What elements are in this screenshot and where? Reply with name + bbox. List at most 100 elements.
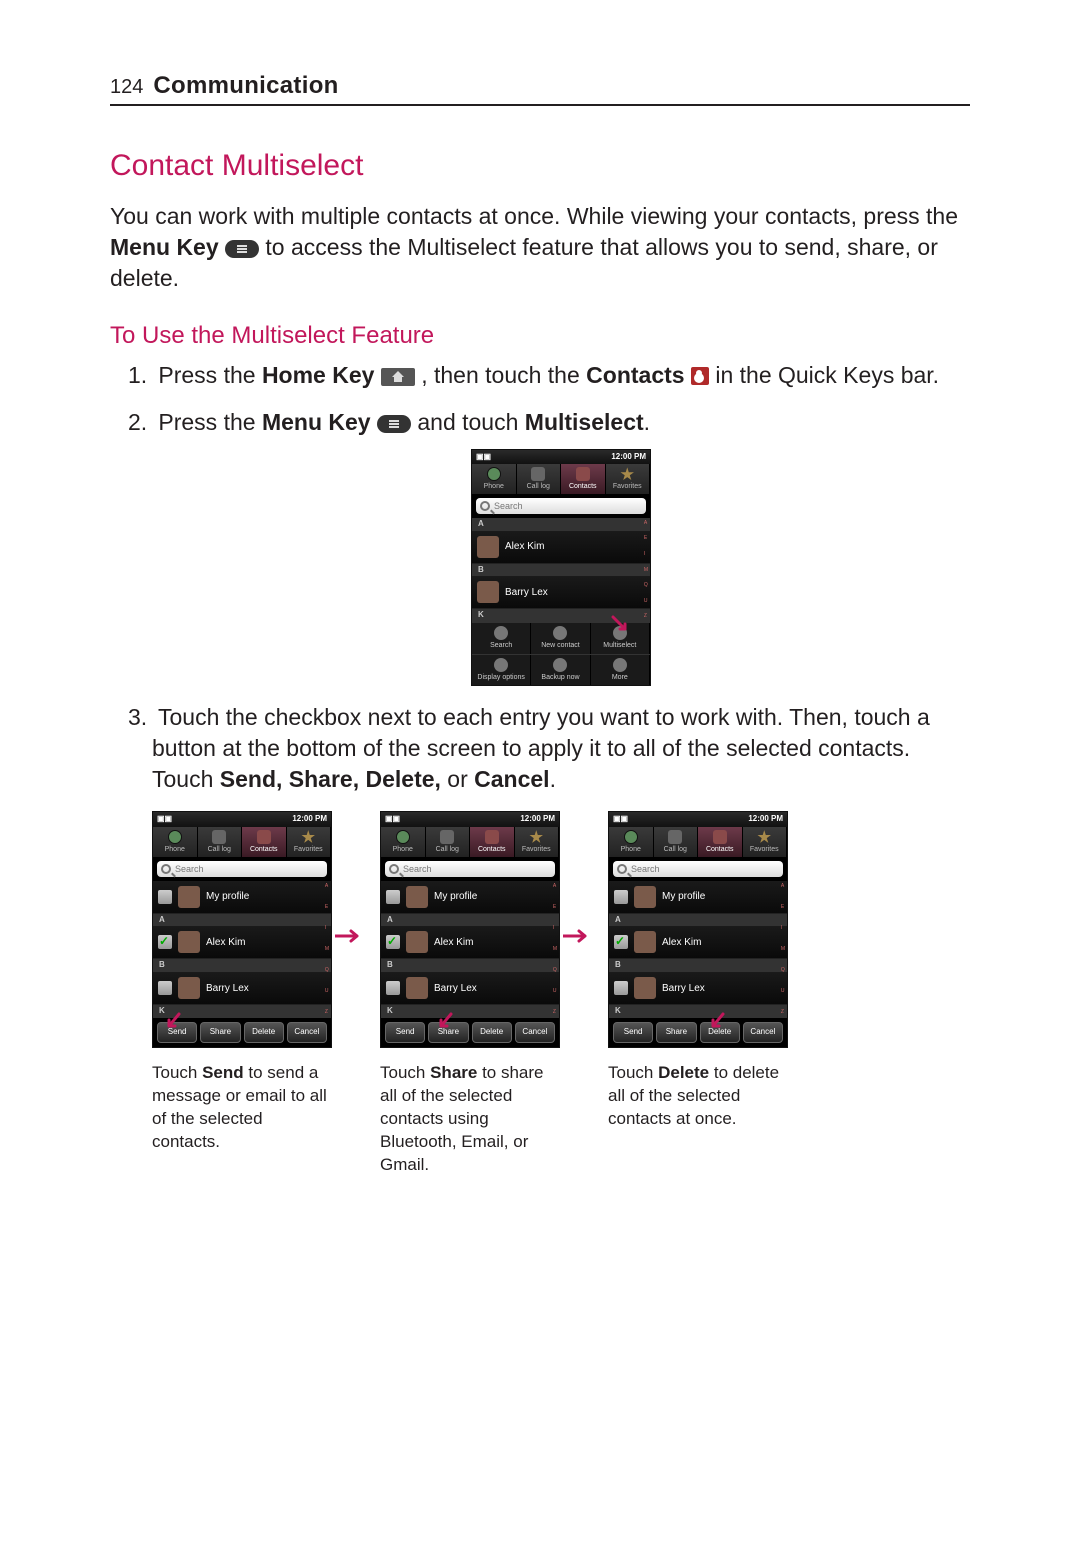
tab-contacts[interactable]: Contacts [470,827,515,856]
cancel-button[interactable]: Cancel [515,1022,555,1043]
contact-row[interactable]: Alex Kim [153,926,331,959]
checkbox[interactable] [386,981,400,995]
menu-multiselect[interactable]: Multiselect [591,623,650,653]
tab-favorites[interactable]: Favorites [606,464,651,493]
avatar [178,977,200,999]
menu-new-contact[interactable]: New contact [531,623,590,653]
menu-backup[interactable]: Backup now [531,655,590,685]
contact-row[interactable]: Barry Lex [381,972,559,1005]
menu-search[interactable]: Search [472,623,531,653]
checkbox[interactable] [614,890,628,904]
menu-display-options[interactable]: Display options [472,655,531,685]
tab-label: Call log [436,846,459,853]
search-input[interactable]: Search [157,861,327,877]
search-icon [617,864,627,874]
contact-row[interactable]: Alex Kim [381,926,559,959]
calllog-icon [531,467,545,481]
contacts-list: A Alex Kim B Barry Lex K AEIMQUZ [472,518,650,622]
cancel-button[interactable]: Cancel [743,1022,783,1043]
avatar [406,886,428,908]
contact-name: Barry Lex [206,982,249,996]
contact-row[interactable]: Barry Lex [609,972,787,1005]
page-number: 124 [110,74,143,101]
multiselect-label: Multiselect [525,409,644,435]
contact-row-profile[interactable]: My profile [609,881,787,914]
label: Display options [477,674,524,681]
phone-screenshot-send: ▣▣12:00 PM Phone Call log Contacts Favor… [152,811,332,1048]
tab-label: Contacts [250,846,278,853]
contacts-tab-icon [713,830,727,844]
menu-more[interactable]: More [591,655,650,685]
send-button[interactable]: Send [613,1022,653,1043]
search-placeholder: Search [175,863,204,875]
contact-row[interactable]: Alex Kim [472,531,650,564]
letter-divider-a: A [153,914,331,927]
contact-name: My profile [434,890,477,904]
status-icons-left: ▣▣ [385,814,400,825]
tab-contacts[interactable]: Contacts [561,464,606,493]
tab-phone[interactable]: Phone [381,827,426,856]
checkbox-checked[interactable] [386,935,400,949]
contact-row[interactable]: Barry Lex [153,972,331,1005]
checkbox-checked[interactable] [158,935,172,949]
figure-step2: ▣▣ 12:00 PM Phone Call log Contacts Favo… [152,449,970,687]
contacts-tab-icon [485,830,499,844]
az-scroller[interactable]: AEIMQUZ [644,518,648,622]
tab-favorites[interactable]: Favorites [515,827,560,856]
contact-row-profile[interactable]: My profile [381,881,559,914]
phone-icon [487,467,501,481]
tab-label: Favorites [522,846,551,853]
contact-row-profile[interactable]: My profile [153,881,331,914]
action-bar: Send Share Delete Cancel [381,1018,559,1047]
tab-favorites[interactable]: Favorites [743,827,788,856]
calllog-icon [212,830,226,844]
cancel-button[interactable]: Cancel [287,1022,327,1043]
flow-arrow-icon [563,920,593,934]
az-scroller[interactable]: AEIMQUZ [325,881,329,1018]
status-bar: ▣▣12:00 PM [381,812,559,827]
checkbox-checked[interactable] [614,935,628,949]
tab-phone[interactable]: Phone [609,827,654,856]
checkbox[interactable] [158,981,172,995]
delete-button[interactable]: Delete [472,1022,512,1043]
tab-favorites[interactable]: Favorites [287,827,332,856]
home-key-label: Home Key [262,362,374,388]
display-icon [494,658,508,672]
delete-button[interactable]: Delete [244,1022,284,1043]
chapter-title: Communication [153,70,338,102]
tab-label: Phone [165,846,185,853]
tab-calllog[interactable]: Call log [654,827,699,856]
share-button[interactable]: Share [656,1022,696,1043]
search-input[interactable]: Search [385,861,555,877]
text: You can work with multiple contacts at o… [110,203,958,229]
contacts-label: Contacts [586,362,684,388]
status-bar: ▣▣ 12:00 PM [472,450,650,465]
az-scroller[interactable]: AEIMQUZ [553,881,557,1018]
checkbox[interactable] [614,981,628,995]
contact-name: Alex Kim [206,936,245,950]
menu-key-label: Menu Key [110,234,219,260]
contact-name: Alex Kim [662,936,701,950]
tab-contacts[interactable]: Contacts [242,827,287,856]
search-input[interactable]: Search [476,498,646,514]
tab-calllog[interactable]: Call log [198,827,243,856]
send-button[interactable]: Send [385,1022,425,1043]
share-button[interactable]: Share [200,1022,240,1043]
label: New contact [541,642,580,649]
tab-phone[interactable]: Phone [153,827,198,856]
contact-row[interactable]: Barry Lex [472,576,650,609]
tab-contacts[interactable]: Contacts [698,827,743,856]
az-scroller[interactable]: AEIMQUZ [781,881,785,1018]
search-input[interactable]: Search [613,861,783,877]
letter-divider-b: B [609,959,787,972]
contact-name: Barry Lex [434,982,477,996]
contact-row[interactable]: Alex Kim [609,926,787,959]
checkbox[interactable] [386,890,400,904]
checkbox[interactable] [158,890,172,904]
bold-text: Delete [658,1063,709,1082]
tab-phone[interactable]: Phone [472,464,517,493]
tab-calllog[interactable]: Call log [426,827,471,856]
page-header: 124 Communication [110,70,970,106]
tab-label: Contacts [478,846,506,853]
tab-calllog[interactable]: Call log [517,464,562,493]
